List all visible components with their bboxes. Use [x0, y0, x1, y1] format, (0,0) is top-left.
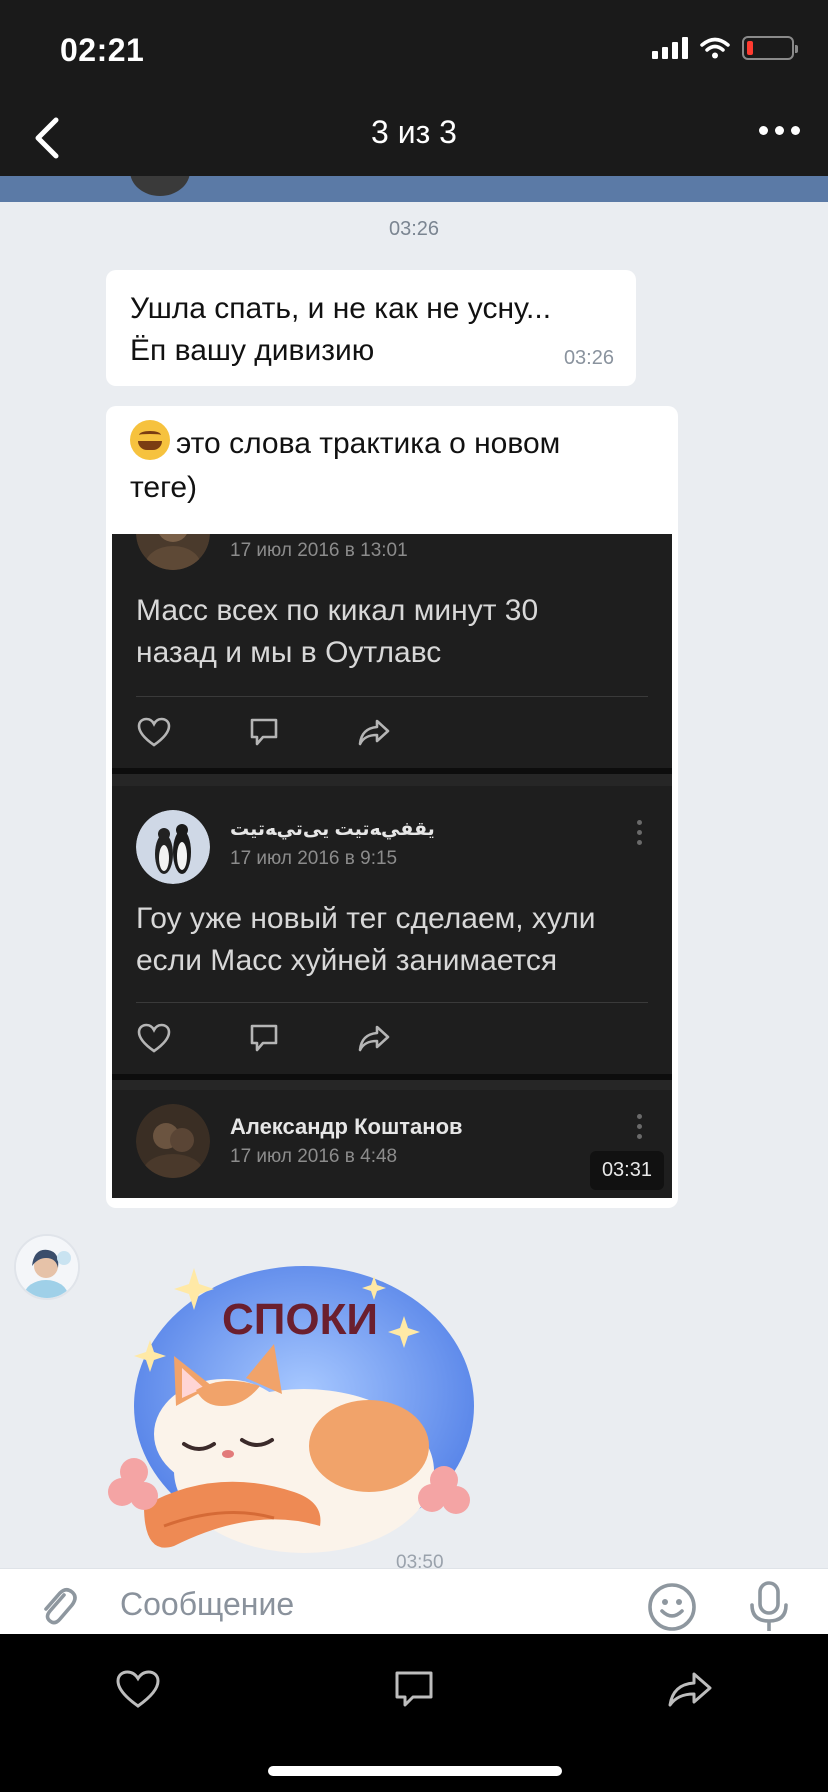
- home-indicator[interactable]: [268, 1766, 562, 1776]
- avatar: [130, 176, 190, 196]
- avatar: [136, 1104, 210, 1178]
- divider: [112, 774, 672, 786]
- avatar: [136, 810, 210, 884]
- message-bubble[interactable]: Ушла спать, и не как не усну... Ёп вашу …: [106, 270, 636, 386]
- post-text-line: если Масс хуйней занимается: [136, 944, 558, 977]
- post-date: 17 июл 2016 в 13:01: [230, 540, 408, 561]
- avatar[interactable]: [14, 1234, 80, 1300]
- post-text: Гоу уже новый тег сделаем, хули если Мас…: [136, 898, 596, 982]
- status-time: 02:21: [60, 32, 145, 68]
- message-text-line: Ушла спать, и не как не усну...: [130, 292, 552, 325]
- heart-icon: [136, 1020, 172, 1056]
- comment-icon: [246, 714, 282, 750]
- status-bar: 02:21: [0, 0, 828, 100]
- share-icon: [356, 1020, 392, 1056]
- message-caption: это слова трактика о новом: [130, 420, 654, 466]
- more-vertical-icon: [637, 1114, 642, 1139]
- rofl-emoji-icon: [130, 420, 170, 460]
- screenshot-post: ﻳﻘﻔﻲﻪﺗﻴﺖ ﻳﻰﺗﻲﻪﺗﻴﺖ 17 июл 2016 в 9:15 Гоу…: [112, 786, 672, 1074]
- post-actions: [136, 714, 392, 750]
- screenshot-post: 17 июл 2016 в 13:01 Масс всех по кикал м…: [112, 534, 672, 768]
- attach-button[interactable]: [34, 1581, 82, 1629]
- divider: [112, 1080, 672, 1090]
- message-input[interactable]: [120, 1579, 620, 1629]
- post-text: Масс всех по кикал минут 30 назад и мы в…: [136, 590, 538, 674]
- smile-icon: [648, 1583, 696, 1631]
- post-text-line: назад и мы в Оутлавс: [136, 636, 442, 669]
- microphone-icon: [750, 1581, 788, 1631]
- share-icon: [668, 1672, 712, 1707]
- comment-icon: [246, 1020, 282, 1056]
- voice-message-button[interactable]: [746, 1579, 792, 1633]
- message-bubble[interactable]: это слова трактика о новом теге) 17 июл …: [106, 406, 678, 1208]
- previous-header-strip: [0, 176, 828, 202]
- viewer-toolbar: [0, 1634, 828, 1792]
- comment-icon: [395, 1671, 433, 1707]
- more-vertical-icon: [637, 820, 642, 845]
- page-title: 3 из 3: [371, 114, 457, 150]
- battery-low-icon: [742, 36, 798, 60]
- post-text-line: Гоу уже новый тег сделаем, хули: [136, 902, 596, 935]
- signal-icon: [652, 37, 688, 59]
- comment-button[interactable]: [388, 1664, 440, 1714]
- caption-line: теге): [130, 471, 198, 504]
- post-date: 17 июл 2016 в 9:15: [230, 848, 398, 869]
- sticker-text: СПОКИ: [222, 1295, 378, 1344]
- wifi-icon: [700, 37, 730, 59]
- caption-line: это слова трактика о новом: [176, 427, 561, 460]
- avatar: [136, 534, 210, 570]
- message-time: 03:31: [589, 1151, 664, 1190]
- paperclip-icon: [44, 1587, 77, 1625]
- message-input-bar: [0, 1568, 828, 1634]
- post-actions: [136, 1020, 392, 1056]
- divider: [136, 1002, 648, 1003]
- divider: [136, 696, 648, 697]
- attached-screenshot[interactable]: 17 июл 2016 в 13:01 Масс всех по кикал м…: [112, 534, 672, 1198]
- screenshot-post: Александр Коштанов 17 июл 2016 в 4:48: [112, 1090, 672, 1198]
- more-button[interactable]: [759, 126, 800, 135]
- message-text-line: Ёп вашу дивизию: [130, 334, 375, 367]
- heart-icon: [116, 1670, 160, 1708]
- message-timestamp: 03:26: [388, 218, 440, 240]
- post-author: Александр Коштанов: [230, 1114, 463, 1139]
- post-date: 17 июл 2016 в 4:48: [230, 1146, 398, 1167]
- message-time: 03:50: [396, 1552, 444, 1568]
- post-author: ﻳﻘﻔﻲﻪﺗﻴﺖ ﻳﻰﺗﻲﻪﺗﻴﺖ: [230, 819, 435, 840]
- viewer-header: 3 из 3: [0, 100, 828, 176]
- status-icons: [652, 36, 798, 60]
- message-time: 03:26: [563, 347, 614, 369]
- emoji-button[interactable]: [646, 1581, 698, 1633]
- chat-area[interactable]: 03:26 Ушла спать, и не как не усну... Ёп…: [0, 176, 828, 1568]
- share-button[interactable]: [664, 1664, 716, 1714]
- post-text-line: Масс всех по кикал минут 30: [136, 594, 539, 627]
- sticker-image[interactable]: СПОКИ: [104, 1256, 484, 1568]
- heart-icon: [136, 714, 172, 750]
- share-icon: [356, 714, 392, 750]
- more-horizontal-icon: [759, 126, 768, 135]
- like-button[interactable]: [112, 1664, 164, 1714]
